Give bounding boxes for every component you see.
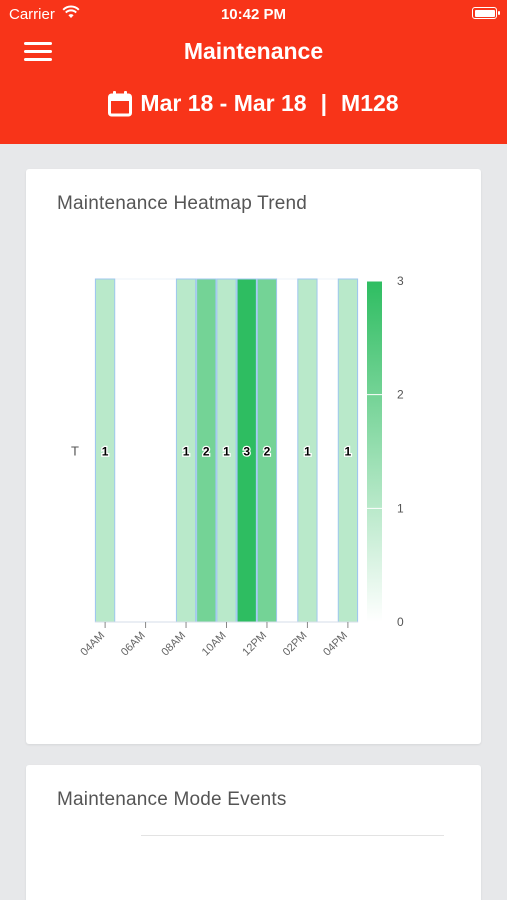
machine-label: M128 <box>341 90 399 116</box>
chart-gridline <box>141 835 444 836</box>
date-range-label: Mar 18 - Mar 18 <box>140 90 307 116</box>
page-title: Maintenance <box>183 38 324 64</box>
y-axis-label: T <box>71 444 79 459</box>
heatmap-chart: 1 1 2 1 3 2 1 1T04AM 06AM 08AM 10AM 12PM 02PM 04PM012… <box>71 274 404 659</box>
events-card: Maintenance Mode Events <box>26 765 481 900</box>
events-card-title: Maintenance Mode Events <box>57 789 287 810</box>
x-tick-label: 02PM <box>281 630 310 659</box>
battery-icon <box>472 7 500 19</box>
x-tick-label: 04PM <box>321 630 350 659</box>
cell-value-label: 1 <box>345 445 352 459</box>
legend-tick-label: 1 <box>397 501 404 515</box>
x-tick-label: 06AM <box>119 630 148 659</box>
cell-value-label: 1 <box>223 445 230 459</box>
cell-value-label: 3 <box>243 445 250 459</box>
color-legend-bar <box>367 281 382 622</box>
cell-value-label: 1 <box>102 445 109 459</box>
calendar-icon <box>108 90 133 116</box>
status-time: 10:42 PM <box>220 6 287 23</box>
cell-value-label: 1 <box>304 445 311 459</box>
legend-tick-label: 3 <box>397 274 404 288</box>
x-tick-label: 08AM <box>159 630 188 659</box>
x-tick-label: 04AM <box>78 630 107 659</box>
date-range-selector[interactable]: Mar 18 - Mar 18 | M128 <box>0 90 507 117</box>
status-bar: Carrier 10:42 PM <box>0 0 507 30</box>
x-tick-label: 12PM <box>240 630 269 659</box>
legend-tick-label: 2 <box>397 388 404 402</box>
app-header: Carrier 10:42 PM Maintenance Mar 18 - Ma… <box>0 0 507 144</box>
heatmap-card: Maintenance Heatmap Trend 1 1 2 1 3 2 1 1 T 04AM 0… <box>26 169 481 744</box>
cell-value-label: 1 <box>183 445 190 459</box>
subheader-separator: | <box>320 90 328 116</box>
x-tick-label: 10AM <box>200 630 229 659</box>
cell-value-label: 2 <box>203 445 210 459</box>
cell-value-label: 2 <box>264 445 271 459</box>
legend-tick-label: 0 <box>397 615 404 629</box>
